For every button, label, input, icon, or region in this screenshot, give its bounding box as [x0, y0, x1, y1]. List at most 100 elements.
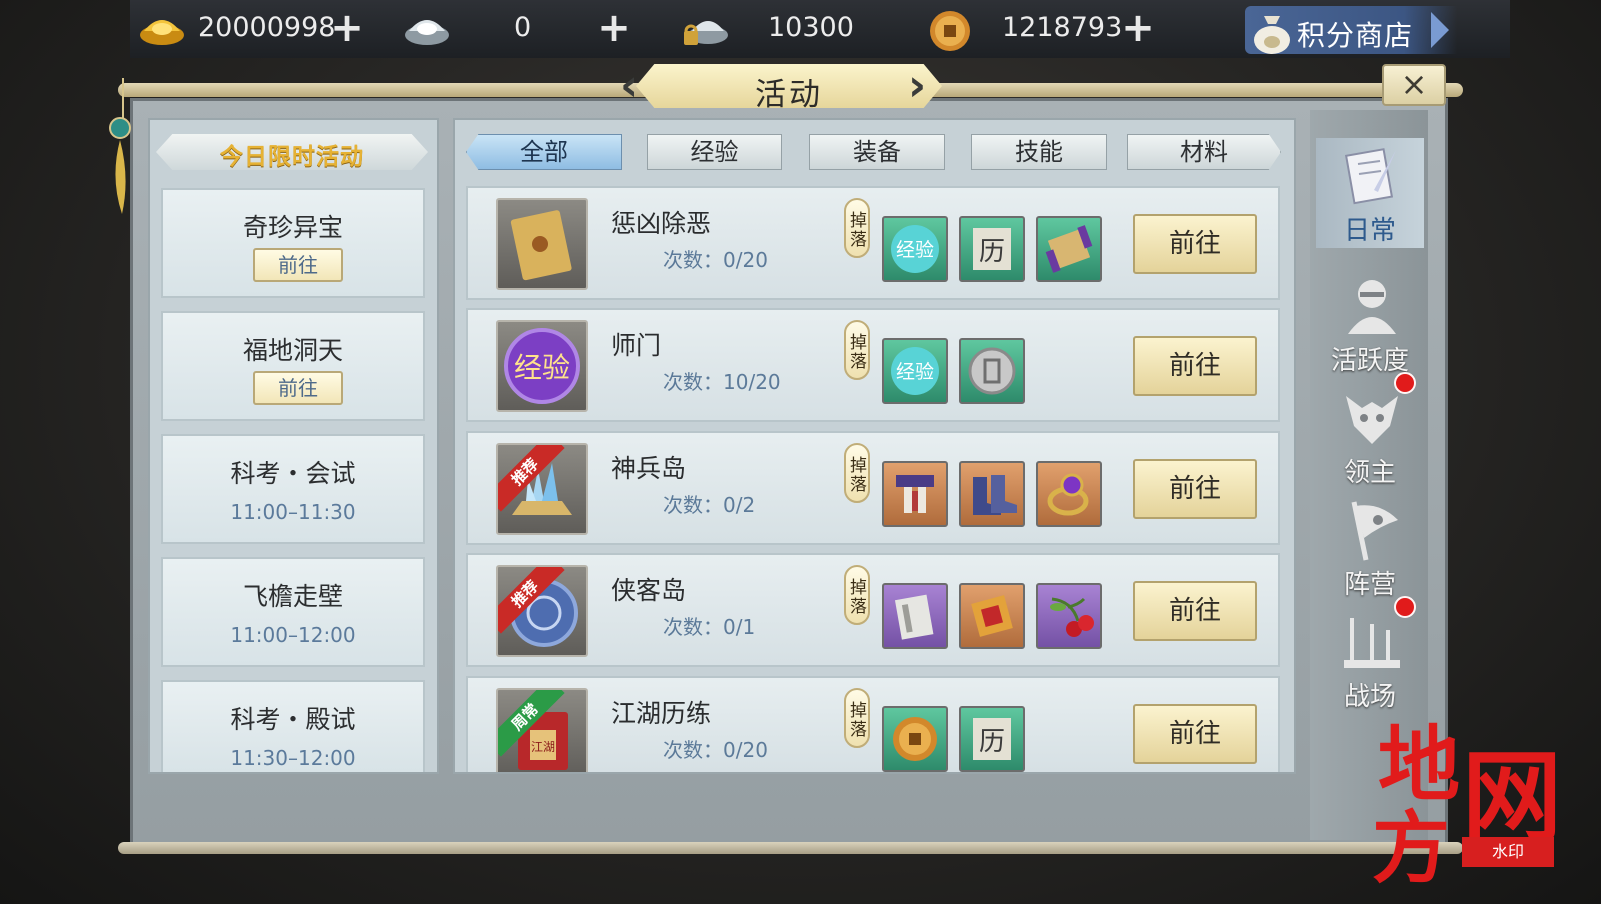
svg-text:历: 历: [979, 727, 1005, 757]
scroll-rod-bottom: [118, 842, 1463, 854]
crystal-altar-icon: 推荐: [496, 443, 588, 535]
demon-mask-icon: [1346, 396, 1398, 444]
activity-name: 惩凶除恶: [611, 209, 712, 238]
belt-icon[interactable]: [882, 461, 948, 527]
svg-text:经验: 经验: [514, 351, 570, 384]
tab-experience[interactable]: 经验: [647, 134, 782, 170]
silver-ingot-icon: [405, 20, 449, 45]
activity-go-button[interactable]: 前往: [1133, 214, 1257, 274]
ring-icon[interactable]: [1036, 461, 1102, 527]
lord-notification-badge: [1394, 372, 1416, 394]
figure-bust-icon: [1348, 280, 1396, 334]
tab-skills[interactable]: 技能: [971, 134, 1107, 170]
book-icon[interactable]: [882, 583, 948, 649]
side-tab-lord[interactable]: 领主: [1316, 380, 1424, 490]
activity-row: 江湖 周常 江湖历练 次数：0/20 掉落 历 前往: [466, 676, 1280, 772]
watermark-label: 水印: [1462, 837, 1554, 867]
limited-activity-card[interactable]: 飞檐走壁 11:00–12:00: [161, 557, 425, 667]
money-bag-icon: [1254, 16, 1290, 54]
jade-pendant-icon: [109, 78, 131, 214]
activity-go-button[interactable]: 前往: [1133, 459, 1257, 519]
sect-badge-icon[interactable]: [959, 338, 1025, 404]
tab-all[interactable]: 全部: [466, 134, 622, 170]
copper-coin-icon[interactable]: [882, 706, 948, 772]
activity-name: 江湖历练: [611, 699, 712, 728]
limited-activity-go-button[interactable]: 前往: [253, 371, 343, 405]
li-token-icon[interactable]: 历: [959, 706, 1025, 772]
window-title: 活动: [755, 77, 823, 113]
crossed-weapons-icon: [1344, 618, 1400, 668]
side-tab-label: 日常: [1343, 216, 1396, 246]
flag-icon: [1351, 501, 1398, 561]
chevron-right-icon: [1431, 12, 1449, 48]
activity-go-button[interactable]: 前往: [1133, 581, 1257, 641]
limited-activity-time: 11:30–12:00: [230, 746, 356, 770]
limited-activity-card[interactable]: 科考・殿试 11:30–12:00: [161, 680, 425, 772]
svg-text:经验: 经验: [896, 239, 934, 261]
exp-orb-icon: 经验: [496, 320, 588, 412]
activity-row: 惩凶除恶 次数：0/20 掉落 经验 历 前往: [466, 186, 1280, 300]
drop-label: 掉落: [844, 688, 870, 748]
svg-text:经验: 经验: [896, 361, 934, 383]
limited-activity-name: 飞檐走壁: [242, 582, 343, 611]
limited-activity-card[interactable]: 科考・会试 11:00–11:30: [161, 434, 425, 544]
watermark-char: 方: [1372, 803, 1451, 894]
activity-row: 经验 师门 次数：10/20 掉落 经验 前往: [466, 308, 1280, 422]
svg-text:历: 历: [979, 237, 1005, 267]
gold-ingot-icon: [140, 20, 184, 45]
limited-activity-name: 科考・殿试: [230, 705, 356, 734]
red-scroll-icon[interactable]: [959, 583, 1025, 649]
silver-value: 0: [514, 12, 532, 43]
add-gold-button[interactable]: +: [330, 8, 364, 48]
boots-icon[interactable]: [959, 461, 1025, 527]
copper-value: 1218793: [1002, 12, 1123, 43]
limited-activity-time: 11:00–12:00: [230, 623, 356, 647]
side-tab-daily[interactable]: 日常: [1316, 138, 1424, 248]
limited-activity-card[interactable]: 福地洞天 前往: [161, 311, 425, 421]
activity-count: 次数：0/1: [663, 615, 756, 639]
side-tab-camp[interactable]: 阵营: [1316, 492, 1424, 602]
activity-count: 次数：10/20: [663, 370, 781, 394]
purple-scroll-icon[interactable]: [1036, 216, 1102, 282]
limited-activity-header: 今日限时活动: [156, 134, 428, 170]
shop-label: 积分商店: [1297, 19, 1414, 52]
tab-materials[interactable]: 材料: [1127, 134, 1281, 170]
side-tab-activity[interactable]: 活跃度: [1316, 268, 1424, 378]
drop-label: 掉落: [844, 565, 870, 625]
notebook-quill-icon: [1344, 148, 1396, 205]
activity-name: 师门: [611, 331, 662, 360]
activity-count: 次数：0/2: [663, 493, 756, 517]
activity-row: 推荐 神兵岛 次数：0/2 掉落 前往: [466, 431, 1280, 545]
points-shop-button[interactable]: 积分商店: [1245, 6, 1457, 54]
svg-text:江湖: 江湖: [531, 739, 555, 754]
add-silver-button[interactable]: +: [597, 8, 631, 48]
limited-activity-card[interactable]: 奇珍异宝 前往: [161, 188, 425, 298]
add-copper-button[interactable]: +: [1121, 8, 1155, 48]
activity-name: 神兵岛: [611, 454, 687, 483]
exp-orb-icon[interactable]: 经验: [882, 338, 948, 404]
red-envelope-icon: 江湖 周常: [496, 688, 588, 772]
activity-go-button[interactable]: 前往: [1133, 336, 1257, 396]
bound-silver-icon: [684, 21, 728, 45]
activity-name: 侠客岛: [611, 576, 687, 605]
exp-orb-icon[interactable]: 经验: [882, 216, 948, 282]
drop-label: 掉落: [844, 443, 870, 503]
title-right-ornament-icon: ›: [908, 60, 927, 111]
cherry-icon[interactable]: [1036, 583, 1102, 649]
limited-activity-name: 奇珍异宝: [242, 213, 343, 242]
drop-label: 掉落: [844, 198, 870, 258]
li-token-icon[interactable]: 历: [959, 216, 1025, 282]
battlefield-notification-badge: [1394, 596, 1416, 618]
tab-equipment[interactable]: 装备: [809, 134, 945, 170]
limited-activity-time: 11:00–11:30: [230, 500, 356, 524]
window-title-plate: 活动: [636, 64, 942, 108]
activity-count: 次数：0/20: [663, 248, 768, 272]
blue-medallion-icon: 推荐: [496, 565, 588, 657]
side-tab-label: 领主: [1343, 458, 1396, 488]
copper-coin-icon: [930, 11, 970, 51]
activity-go-button[interactable]: 前往: [1133, 704, 1257, 764]
title-left-ornament-icon: ‹: [620, 60, 639, 111]
limited-activity-name: 科考・会试: [230, 459, 356, 488]
close-button[interactable]: ×: [1382, 64, 1446, 106]
limited-activity-go-button[interactable]: 前往: [253, 248, 343, 282]
